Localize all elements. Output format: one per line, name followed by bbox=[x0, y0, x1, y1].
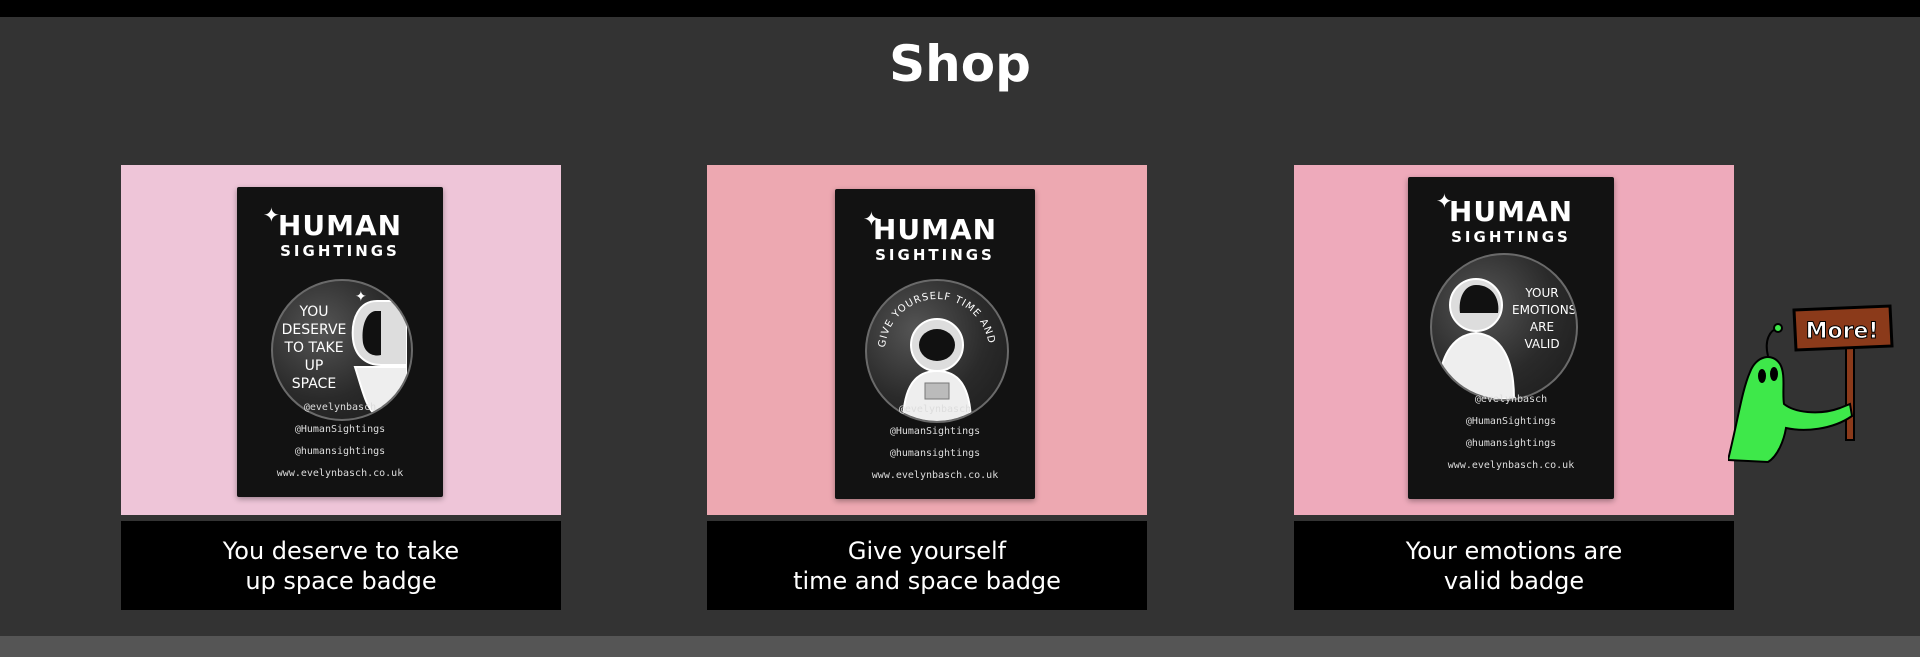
brand-logo: HUMAN SIGHTINGS bbox=[277, 209, 403, 260]
product-card[interactable]: ✦ HUMAN SIGHTINGS YOU DESERVE TO TAKE UP… bbox=[121, 165, 561, 610]
badge-button-text: YOU DESERVE TO TAKE UP SPACE bbox=[281, 304, 347, 392]
product-card[interactable]: ✦ HUMAN SIGHTINGS GIVE YOURSELF TIME AND… bbox=[707, 165, 1147, 610]
badge-button: YOUR EMOTIONS ARE VALID bbox=[1430, 253, 1578, 401]
product-caption[interactable]: You deserve to take up space badge bbox=[121, 521, 561, 610]
badge-backing-card: ✦ HUMAN SIGHTINGS YOU DESERVE TO TAKE UP… bbox=[237, 187, 443, 497]
caption-line: Your emotions are bbox=[1405, 536, 1623, 565]
sparkle-icon: ✦ bbox=[355, 289, 367, 305]
bottom-bar bbox=[0, 636, 1920, 657]
more-button[interactable]: More! bbox=[1726, 300, 1898, 470]
product-caption[interactable]: Give yourself time and space badge bbox=[707, 521, 1147, 610]
product-card[interactable]: ✦ HUMAN SIGHTINGS YOUR EMOTIONS ARE VALI… bbox=[1294, 165, 1734, 610]
caption-line: valid badge bbox=[1443, 566, 1585, 595]
product-image[interactable]: ✦ HUMAN SIGHTINGS GIVE YOURSELF TIME AND… bbox=[707, 165, 1147, 515]
page-title: Shop bbox=[889, 35, 1031, 93]
top-bar bbox=[0, 0, 1920, 17]
brand-logo: HUMAN SIGHTINGS bbox=[1448, 195, 1574, 246]
product-image[interactable]: ✦ HUMAN SIGHTINGS YOU DESERVE TO TAKE UP… bbox=[121, 165, 561, 515]
brand-logo: HUMAN SIGHTINGS bbox=[872, 213, 998, 264]
product-caption[interactable]: Your emotions are valid badge bbox=[1294, 521, 1734, 610]
caption-line: up space badge bbox=[245, 566, 437, 595]
alien-more-sign-icon: More! bbox=[1726, 304, 1894, 464]
social-handles: @evelynbasch @HumanSightings @humansight… bbox=[871, 404, 999, 481]
social-handles: @evelynbasch @HumanSightings @humansight… bbox=[1447, 394, 1575, 471]
product-image[interactable]: ✦ HUMAN SIGHTINGS YOUR EMOTIONS ARE VALI… bbox=[1294, 165, 1734, 515]
caption-line: time and space badge bbox=[793, 566, 1061, 595]
badge-backing-card: ✦ HUMAN SIGHTINGS YOUR EMOTIONS ARE VALI… bbox=[1408, 177, 1614, 499]
social-handles: @evelynbasch @HumanSightings @humansight… bbox=[276, 402, 404, 479]
caption-line: Give yourself bbox=[847, 536, 1007, 565]
more-label: More! bbox=[1806, 319, 1879, 344]
astronaut-icon bbox=[1436, 278, 1516, 399]
caption-line: You deserve to take bbox=[222, 536, 460, 565]
badge-backing-card: ✦ HUMAN SIGHTINGS GIVE YOURSELF TIME AND… bbox=[835, 189, 1035, 499]
badge-button-text: YOUR EMOTIONS ARE VALID bbox=[1512, 286, 1577, 351]
